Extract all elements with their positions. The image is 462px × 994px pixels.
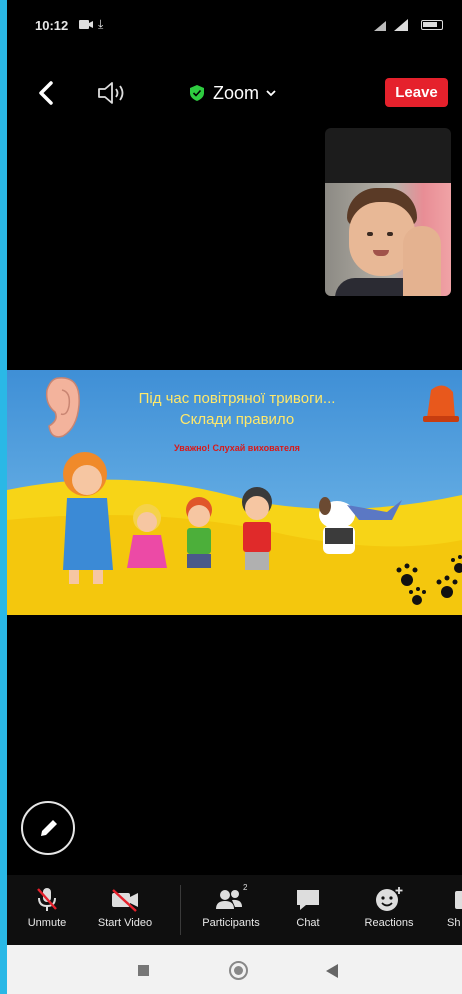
meeting-title: Zoom bbox=[213, 82, 260, 103]
speaker-icon[interactable] bbox=[95, 80, 129, 106]
shared-screen[interactable]: Під час повітряної тривоги... Склади пра… bbox=[7, 370, 462, 615]
home-button[interactable] bbox=[229, 961, 248, 980]
reactions-button[interactable]: Reactions bbox=[353, 875, 425, 945]
chat-button[interactable]: Chat bbox=[283, 875, 333, 945]
shield-icon bbox=[190, 85, 204, 101]
meeting-top-bar: Zoom Leave bbox=[7, 70, 462, 115]
chevron-down-icon bbox=[266, 90, 276, 97]
share-button[interactable]: Sh bbox=[443, 875, 462, 945]
battery-icon bbox=[421, 20, 443, 30]
leave-button[interactable]: Leave bbox=[385, 78, 448, 107]
pencil-icon bbox=[41, 820, 57, 836]
home-icon bbox=[234, 966, 243, 975]
status-time: 10:12 bbox=[35, 18, 69, 33]
back-arrow-icon[interactable] bbox=[33, 78, 61, 108]
annotate-button[interactable] bbox=[21, 801, 75, 855]
participant-count: 2 bbox=[243, 883, 248, 892]
toolbar-divider bbox=[180, 885, 181, 935]
reactions-icon bbox=[376, 887, 403, 911]
start-video-button[interactable]: Start Video bbox=[89, 875, 161, 945]
signal-icon bbox=[374, 19, 408, 31]
slide-title-line1: Під час повітряної тривоги... bbox=[138, 390, 336, 407]
share-icon bbox=[455, 891, 462, 909]
video-off-icon bbox=[112, 889, 138, 912]
self-video-thumbnail[interactable] bbox=[325, 128, 451, 296]
slide-title-line2: Склади правило bbox=[179, 411, 295, 428]
back-button[interactable] bbox=[325, 963, 339, 979]
participants-button[interactable]: 2 Participants bbox=[193, 875, 269, 945]
system-navigation-bar bbox=[7, 945, 462, 994]
slide-subtitle: Уважно! Слухай вихователя bbox=[174, 443, 300, 453]
recents-button[interactable] bbox=[138, 965, 149, 976]
status-bar: 10:12 ⤓ bbox=[7, 0, 462, 50]
meeting-toolbar: Unmute Start Video 2 Participants Chat R… bbox=[7, 875, 462, 945]
meeting-title-dropdown[interactable]: Zoom bbox=[190, 80, 276, 106]
video-recording-icon bbox=[79, 20, 93, 29]
unmute-button[interactable]: Unmute bbox=[17, 875, 77, 945]
chat-icon bbox=[297, 890, 319, 910]
download-icon: ⤓ bbox=[98, 17, 104, 31]
phone-screen: 10:12 ⤓ Zoom Leave Під час повітряної тр… bbox=[7, 0, 462, 994]
mic-muted-icon bbox=[37, 888, 57, 911]
